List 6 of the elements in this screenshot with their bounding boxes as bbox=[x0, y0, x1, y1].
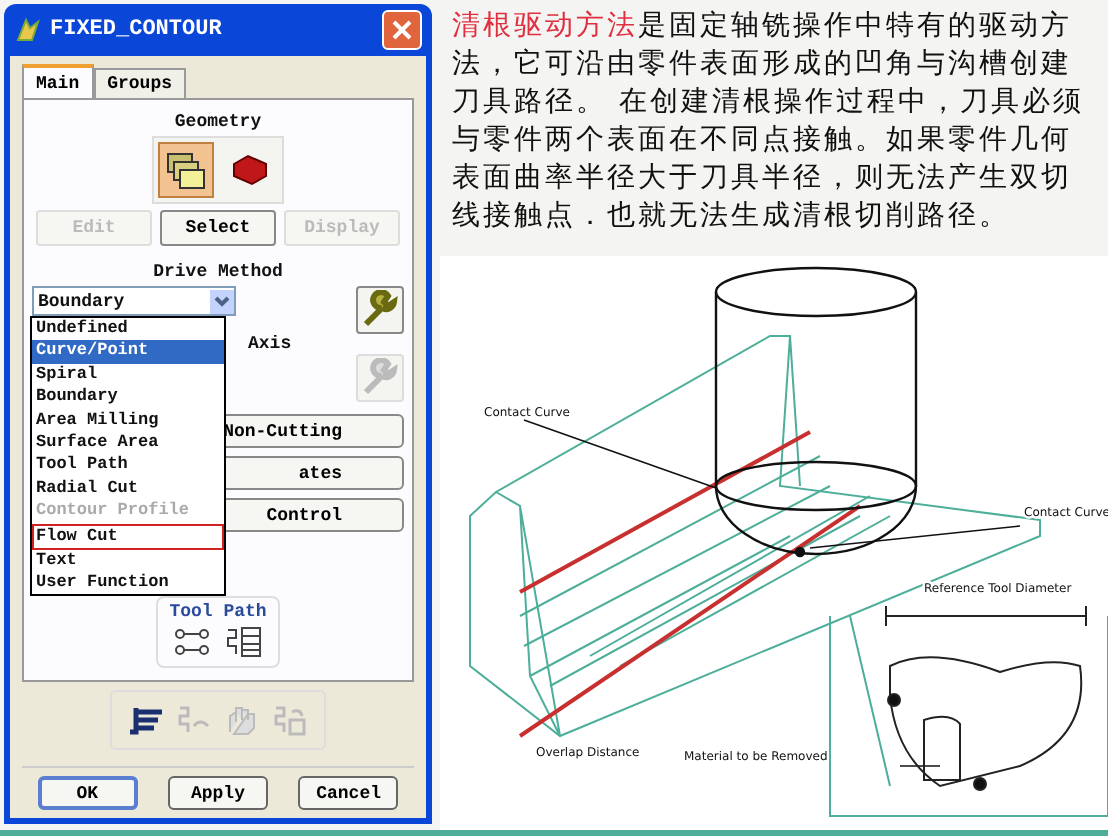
section-heading: Drive Method bbox=[153, 262, 283, 282]
section-heading: Axis bbox=[248, 334, 292, 354]
group-label: Tool Path bbox=[169, 601, 267, 622]
window-title: FIXED_CONTOUR bbox=[50, 18, 224, 42]
section-heading: Geometry bbox=[174, 112, 262, 132]
description-paragraph: 清根驱动方法是固定轴铣操作中特有的驱动方法，它可沿由零件表面形成的凹角与沟槽创建刀具路径。 在创建清根操作过程中，刀具必须与零件两个表面在不同点接触。如果零件几何表面曲率半径大于刀具半径，则无法产生双切线接触点．也就无法生成清根切削路径。 bbox=[452, 8, 1086, 236]
